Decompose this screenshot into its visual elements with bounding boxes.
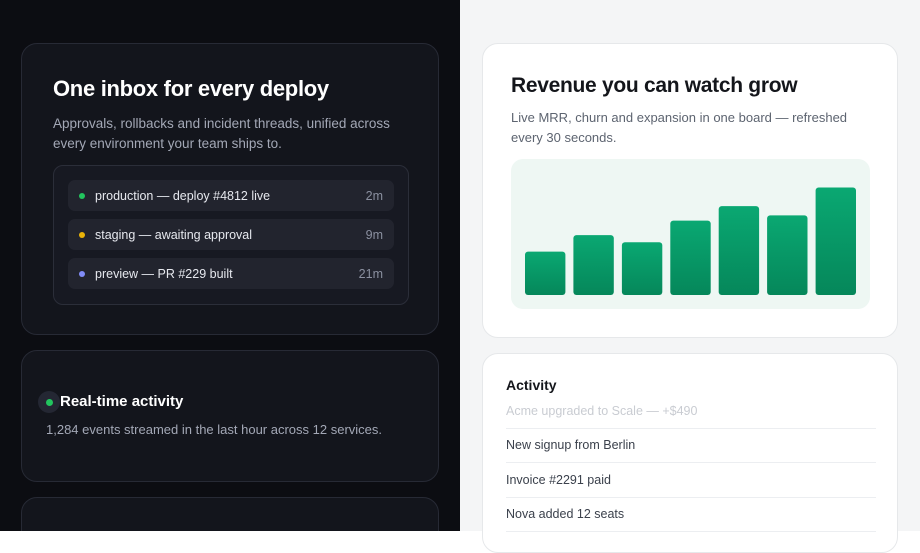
revenue-chart	[511, 159, 870, 309]
activity-item: Nova added 12 seats	[506, 498, 876, 532]
realtime-title: Real-time activity	[60, 393, 184, 410]
status-dot-icon	[79, 231, 85, 238]
revenue-bar-5	[767, 215, 808, 295]
deploy-label: production — deploy #4812 live	[95, 188, 271, 203]
deploy-inbox-card: One inbox for every deploy Approvals, ro…	[21, 43, 439, 335]
realtime-subtitle: 1,284 events streamed in the last hour a…	[46, 422, 383, 437]
revenue-bar-chart	[525, 187, 856, 295]
revenue-bar-1	[573, 235, 614, 295]
deploy-label: staging — awaiting approval	[95, 227, 253, 242]
revenue-bar-0	[525, 251, 566, 295]
status-dot-icon	[79, 192, 85, 199]
revenue-title: Revenue you can watch grow	[511, 74, 798, 97]
activity-item: Acme upgraded to Scale — +$490	[506, 394, 876, 429]
live-dot-icon	[38, 391, 60, 413]
activity-item: Invoice #2291 paid	[506, 463, 876, 498]
activity-item: New signup from Berlin	[506, 429, 876, 463]
status-dot-icon	[79, 270, 85, 277]
left-panel: One inbox for every deploy Approvals, ro…	[0, 0, 460, 531]
revenue-bar-6	[815, 187, 856, 295]
realtime-activity-card: Real-time activity 1,284 events streamed…	[21, 350, 439, 482]
activity-list: Acme upgraded to Scale — +$490 New signu…	[506, 394, 876, 532]
hero-subtitle: Approvals, rollbacks and incident thread…	[53, 116, 390, 151]
deploy-row-staging[interactable]: staging — awaiting approval 9m	[68, 219, 394, 250]
deploy-time: 21m	[358, 266, 383, 281]
revenue-bar-3	[670, 220, 711, 295]
deploy-list: production — deploy #4812 live 2m stagin…	[53, 165, 409, 305]
revenue-subtitle: Live MRR, churn and expansion in one boa…	[511, 110, 848, 145]
revenue-bar-4	[718, 206, 760, 295]
deploy-time: 9m	[365, 227, 383, 242]
next-card	[21, 497, 439, 531]
activity-title: Activity	[506, 377, 557, 393]
activity-card: Activity Acme upgraded to Scale — +$490 …	[482, 353, 898, 553]
deploy-time: 2m	[365, 188, 383, 203]
deploy-row-preview[interactable]: preview — PR #229 built 21m	[68, 258, 394, 289]
deploy-row-production[interactable]: production — deploy #4812 live 2m	[68, 180, 394, 211]
deploy-label: preview — PR #229 built	[95, 266, 233, 281]
hero-title: One inbox for every deploy	[53, 76, 329, 101]
revenue-card: Revenue you can watch grow Live MRR, chu…	[482, 43, 898, 338]
revenue-bar-2	[621, 242, 663, 295]
